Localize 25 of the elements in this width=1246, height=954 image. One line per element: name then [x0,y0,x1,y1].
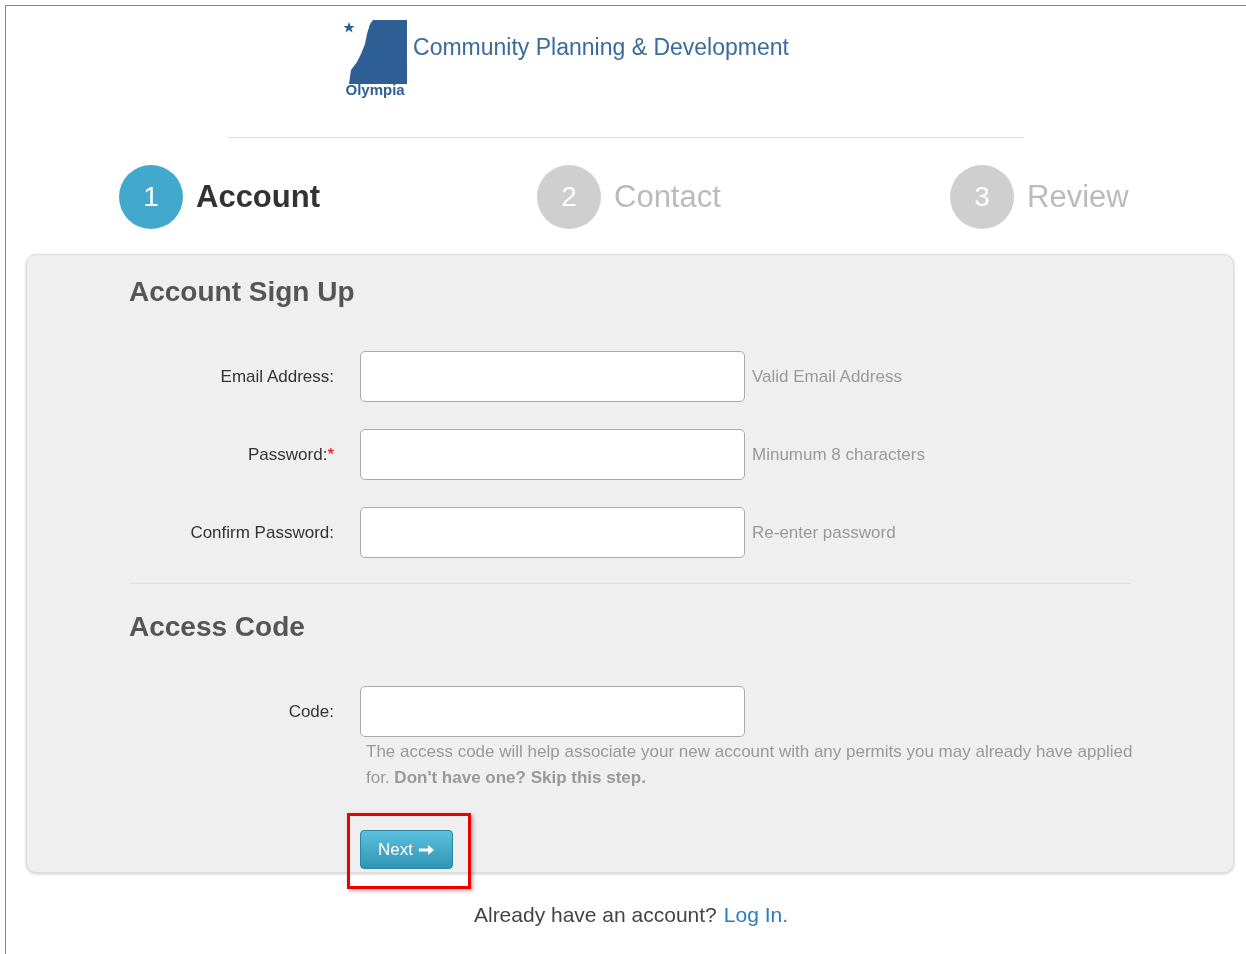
field-label: Email Address: [219,365,334,388]
step-label: Contact [614,177,721,216]
footer-text: Already have an account? [473,902,717,928]
input-field[interactable] [360,351,745,402]
step-label: Account [196,177,320,216]
input-field[interactable] [360,429,745,480]
input-field[interactable] [360,686,745,737]
next-button[interactable]: Next [360,830,453,869]
section-title: Account Sign Up [129,275,356,309]
field-label: Code: [287,700,334,723]
step-label: Review [1027,177,1129,216]
access-code-note: The access code will help associate your new account with any permits you may already have applied for. Don't have one? Skip this step. [366,741,1134,789]
field-hint: Re-enter password [752,521,896,544]
section-title: Access Code [129,610,306,644]
logo-wordmark: Olympia [345,82,405,97]
step-number: 1 [119,165,183,229]
field-hint: Valid Email Address [752,365,902,388]
logo-icon [343,20,408,84]
arrow-right-icon [419,843,435,856]
site-title: Community Planning & Development [413,33,789,63]
login-link[interactable]: Log In. [723,899,789,931]
field-label: Confirm Password: [189,521,334,544]
input-field[interactable] [360,507,745,558]
field-label: Password:* [247,443,334,466]
field-hint: Minumum 8 characters [752,443,925,466]
